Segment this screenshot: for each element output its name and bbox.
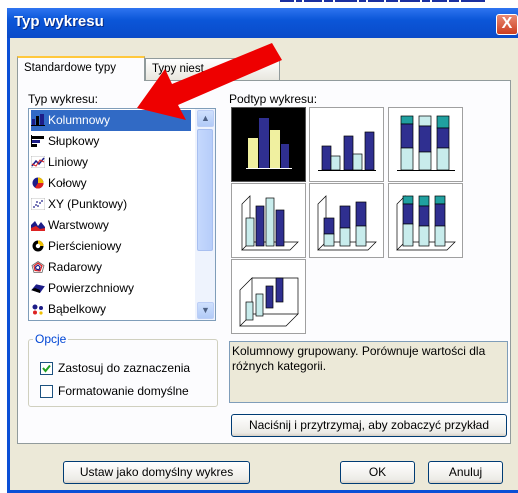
default-formatting-checkbox[interactable] (40, 385, 53, 398)
subtype-3d-column[interactable] (231, 259, 306, 334)
dialog-title: Typ wykresu (14, 13, 104, 30)
clustered-column-thumbnail (246, 118, 292, 169)
list-item-label: Bąbelkowy (48, 302, 107, 316)
list-item-pierscieniowy[interactable]: Pierścieniowy (31, 236, 191, 257)
column-chart-icon (31, 114, 45, 126)
list-item-xy[interactable]: XY (Punktowy) (31, 194, 191, 215)
tab-custom-types-label: Typy niest (152, 63, 204, 75)
subtype-100-stacked-column[interactable] (388, 107, 463, 182)
area-chart-icon (31, 221, 45, 231)
list-item-label: Słupkowy (48, 134, 100, 148)
list-item-label: Warstwowy (48, 218, 109, 232)
scroll-down-button[interactable]: ▼ (197, 302, 214, 319)
list-item-kolumnowy[interactable]: Kolumnowy (31, 110, 191, 131)
subtype-3d-100-stacked-column[interactable] (388, 183, 463, 258)
apply-to-selection-checkbox[interactable] (40, 362, 53, 375)
scroll-up-button[interactable]: ▲ (197, 110, 214, 127)
surface-chart-icon (31, 283, 45, 293)
list-item-warstwowy[interactable]: Warstwowy (31, 215, 191, 236)
list-item-slupkowy[interactable]: Słupkowy (31, 131, 191, 152)
preview-button[interactable]: Naciśnij i przytrzymaj, aby zobaczyć prz… (231, 414, 507, 437)
subtype-clustered-column[interactable] (231, 107, 306, 182)
chart-type-label: Typ wykresu: (28, 92, 99, 106)
list-item-babelkowy[interactable]: Bąbelkowy (31, 299, 191, 320)
subtype-3d-clustered-column[interactable] (231, 183, 306, 258)
list-item-kolowy[interactable]: Kołowy (31, 173, 191, 194)
ok-button[interactable]: OK (340, 461, 415, 484)
pie-chart-icon (32, 177, 44, 189)
3d-clustered-column-thumbnail (241, 195, 299, 251)
list-item-label: Kolumnowy (48, 113, 111, 127)
list-item-powierzchniowy[interactable]: Powierzchniowy (31, 278, 191, 299)
radar-chart-icon (31, 261, 45, 273)
scroll-thumb[interactable] (197, 129, 213, 251)
doughnut-chart-icon (32, 240, 44, 252)
line-chart-icon (31, 156, 45, 168)
list-item-label: Powierzchniowy (48, 281, 135, 295)
tab-custom-types[interactable]: Typy niest (145, 58, 280, 80)
percent-stacked-column-thumbnail (397, 115, 455, 171)
3d-column-thumbnail (239, 277, 299, 327)
list-item-label: XY (Punktowy) (48, 197, 128, 211)
list-item-label: Liniowy (48, 155, 89, 169)
list-item-label: Pierścieniowy (48, 239, 122, 253)
close-button[interactable]: X (496, 14, 518, 35)
3d-percent-stacked-column-thumbnail (396, 195, 456, 251)
subtype-stacked-column[interactable] (309, 107, 384, 182)
tab-standard-types[interactable]: Standardowe typy (17, 56, 145, 81)
list-item-liniowy[interactable]: Liniowy (31, 152, 191, 173)
stacked-column-thumbnail (318, 131, 376, 171)
default-formatting-label[interactable]: Formatowanie domyślne (58, 384, 189, 398)
bubble-chart-icon (32, 304, 43, 315)
list-item-label: Kołowy (48, 176, 87, 190)
list-item-label: Radarowy (48, 260, 103, 274)
list-item-radarowy[interactable]: Radarowy (31, 257, 191, 278)
options-group-label: Opcje (33, 332, 69, 346)
subtype-label: Podtyp wykresu: (229, 92, 318, 106)
tab-standard-types-label: Standardowe typy (24, 62, 117, 74)
cancel-button[interactable]: Anuluj (428, 461, 503, 484)
checkmark-icon (42, 364, 51, 373)
apply-to-selection-label[interactable]: Zastosuj do zaznaczenia (58, 361, 190, 375)
subtype-3d-stacked-column[interactable] (309, 183, 384, 258)
bar-chart-icon (31, 135, 44, 147)
subtype-description: Kolumnowy grupowany. Porównuje wartości … (229, 341, 508, 403)
background-text (280, 0, 510, 4)
3d-stacked-column-thumbnail (317, 195, 377, 251)
set-default-chart-button[interactable]: Ustaw jako domyślny wykres (63, 461, 250, 484)
scatter-chart-icon (31, 198, 45, 210)
